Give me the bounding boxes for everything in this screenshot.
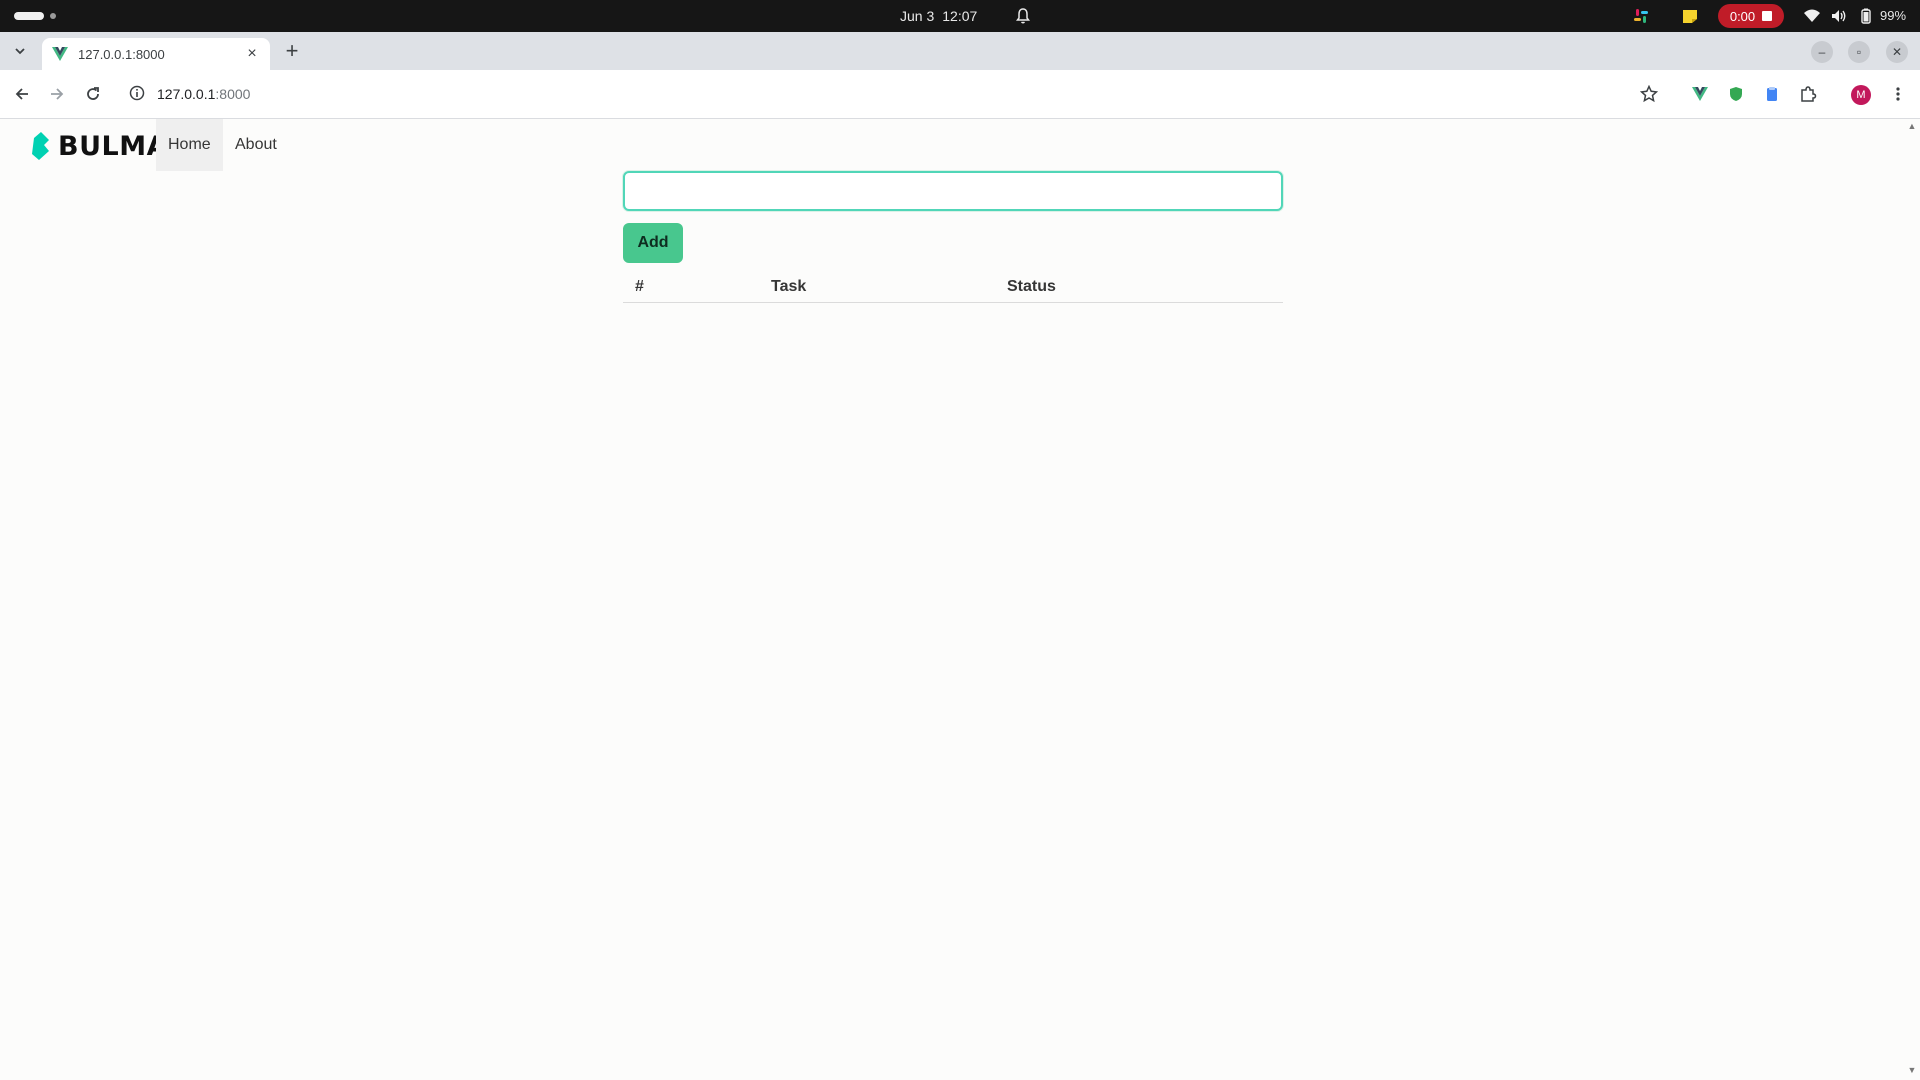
minimize-window-button[interactable]: – — [1811, 41, 1833, 63]
bookmark-star-button[interactable] — [1638, 83, 1660, 105]
page-viewport: BULMA Home About Add # Task Status — [0, 119, 1904, 1080]
wifi-icon[interactable] — [1803, 7, 1821, 25]
close-tab-icon[interactable]: × — [244, 46, 260, 62]
profile-avatar[interactable]: M — [1851, 85, 1871, 105]
url-port: :8000 — [215, 86, 251, 102]
navbar-brand[interactable]: BULMA — [30, 130, 168, 162]
vue-favicon-icon — [52, 47, 68, 61]
new-tab-button[interactable]: + — [282, 40, 302, 62]
browser-tab-strip: 127.0.0.1:8000 × + – ▫ ✕ — [0, 32, 1920, 70]
address-bar[interactable]: 127.0.0.1:8000 — [157, 70, 250, 119]
url-host: 127.0.0.1 — [157, 86, 216, 102]
screen-recording-indicator[interactable]: 0:00 — [1718, 4, 1784, 28]
notification-bell-icon — [1016, 8, 1030, 24]
site-info-icon[interactable] — [128, 84, 146, 102]
arrow-right-icon — [51, 88, 64, 100]
stop-recording-icon[interactable] — [1762, 11, 1773, 21]
browser-toolbar: 127.0.0.1:8000 M — [0, 70, 1920, 119]
workspace-indicator-active[interactable] — [14, 12, 44, 20]
star-icon — [1640, 85, 1658, 103]
vue-devtools-icon — [1692, 87, 1708, 101]
back-button[interactable] — [11, 83, 33, 105]
workspace-indicator[interactable] — [50, 13, 56, 19]
scrollbar-down-arrow[interactable]: ▼ — [1907, 1066, 1917, 1075]
kebab-menu-icon — [1896, 87, 1900, 101]
time-label: 12:07 — [942, 8, 978, 24]
restore-window-button[interactable]: ▫ — [1848, 41, 1870, 63]
browser-tab-active[interactable]: 127.0.0.1:8000 × — [42, 38, 270, 70]
date-label: Jun 3 — [900, 8, 935, 24]
column-header-task: Task — [771, 278, 807, 295]
table-header-row: # Task Status — [623, 271, 1283, 303]
scrollbar-up-arrow[interactable]: ▲ — [1907, 122, 1917, 131]
battery-percentage: 99% — [1880, 8, 1907, 23]
puzzle-icon — [1801, 86, 1817, 102]
arrow-left-icon — [15, 88, 28, 100]
document-icon — [1767, 87, 1777, 101]
navbar: BULMA Home About — [0, 119, 1904, 171]
task-table: # Task Status — [623, 271, 1283, 303]
column-header-status: Status — [1007, 278, 1056, 295]
volume-icon[interactable] — [1830, 7, 1848, 25]
chevron-down-icon — [15, 48, 25, 55]
nav-item-about[interactable]: About — [223, 119, 289, 171]
bulma-logo-icon — [32, 132, 49, 160]
reload-button[interactable] — [82, 83, 104, 105]
tab-search-button[interactable] — [8, 39, 32, 63]
recording-timer: 0:00 — [1729, 8, 1756, 24]
shield-icon — [1730, 87, 1742, 101]
browser-menu-button[interactable] — [1887, 83, 1909, 105]
slack-tray-icon[interactable] — [1632, 7, 1650, 25]
forward-button[interactable] — [46, 83, 68, 105]
system-top-bar: Jun 3 12:07 0:00 99% — [0, 0, 1920, 32]
brand-name: BULMA — [58, 130, 168, 162]
close-window-button[interactable]: ✕ — [1886, 41, 1908, 63]
reload-icon — [87, 87, 99, 100]
nav-item-home[interactable]: Home — [156, 119, 223, 171]
add-task-button[interactable]: Add — [623, 223, 683, 263]
extensions-button[interactable] — [1797, 83, 1819, 105]
adblock-extension[interactable] — [1725, 83, 1747, 105]
task-input[interactable] — [623, 171, 1283, 211]
system-clock[interactable]: Jun 3 12:07 — [900, 0, 977, 32]
sticky-notes-tray-icon[interactable] — [1681, 7, 1699, 25]
tab-title: 127.0.0.1:8000 — [78, 46, 165, 62]
column-header-number: # — [635, 278, 644, 295]
clipboard-extension[interactable] — [1761, 83, 1783, 105]
battery-icon[interactable] — [1857, 7, 1875, 25]
vue-devtools-extension[interactable] — [1689, 83, 1711, 105]
